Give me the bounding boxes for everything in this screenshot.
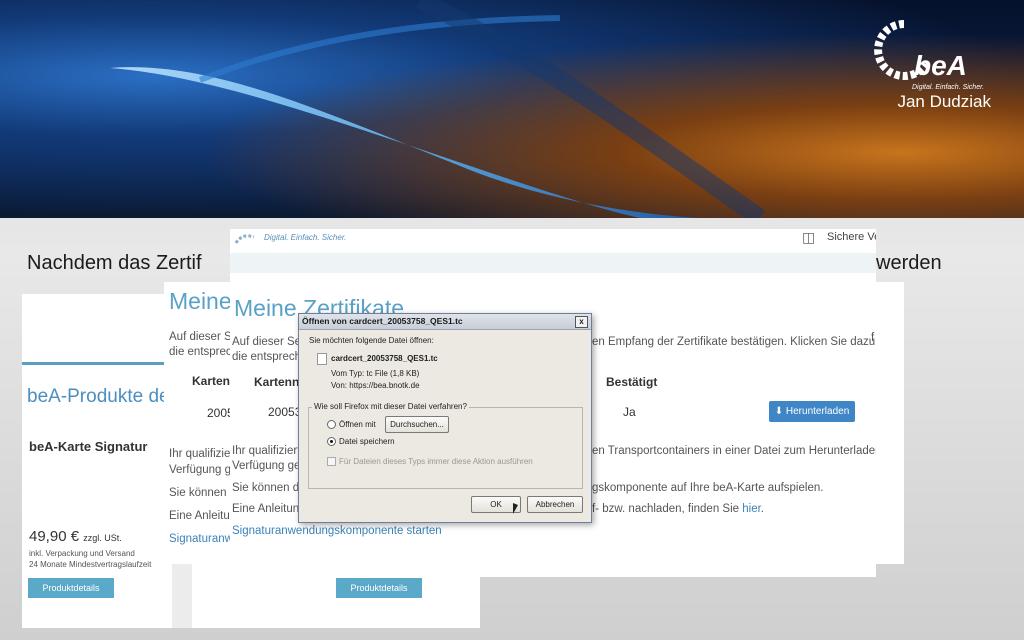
intro-line-1-right: en Empfang der Zertifikate bestätigen. K… [592,336,876,348]
product-name: beA-Karte Signatur [29,439,148,454]
nav-band [230,253,876,273]
download-button-label: Herunterladen [785,406,850,417]
paragraph-3-left: Eine Anleitung [232,503,306,515]
file-open-dialog: Öffnen von cardcert_20053758_QES1.tc x S… [298,313,592,523]
bea-logo-tagline: Digital. Einfach. Sicher. [912,84,985,91]
slide-caption-left: Nachdem das Zertif [27,252,202,274]
price-value: 49,90 € [29,528,80,545]
paragraph-1b: Verfügung g [169,464,232,476]
dialog-titlebar[interactable]: Öffnen von cardcert_20053758_QES1.tc x [299,314,591,330]
card-number-cell: 20053 [268,405,302,419]
download-button[interactable]: ⬇ Herunterladen [769,401,855,422]
lock-icon: ◫ [802,229,816,245]
light-arc-graphic [110,0,766,218]
close-icon[interactable]: x [575,316,588,328]
paragraph-3-period: . [760,503,764,515]
paragraph-2-left: Sie können die [232,482,309,494]
open-with-radio[interactable] [327,420,336,429]
paragraph-1-left: Ihr qualifiziert [232,445,301,457]
product-note-shipping: inkl. Verpackung und Versand [29,549,135,558]
dialog-file-type: Vom Typ: tc File (1,8 KB) [331,369,420,378]
dialog-title: Öffnen von cardcert_20053758_QES1.tc [302,316,463,326]
always-action-checkbox[interactable] [327,457,336,466]
dialog-file-source: Von: https://bea.bnotk.de [331,381,420,390]
paragraph-3-right: f- bzw. nachladen, finden Sie hier. [592,503,764,515]
here-link[interactable]: hier [742,503,761,515]
slide-caption-right: werden [876,252,942,274]
always-action-label: Für Dateien dieses Typs immer diese Akti… [339,457,533,466]
paragraph-1-right: en Transportcontainers in einer Datei zu… [592,445,876,457]
paragraph-1b: Verfügung ges [232,460,307,472]
dialog-filename: cardcert_20053758_QES1.tc [331,354,438,363]
bea-logo-text: beA [914,50,967,81]
browse-button[interactable]: Durchsuchen... [385,416,449,433]
paragraph-2-right: gskomponente auf Ihre beA-Karte aufspiel… [592,482,824,494]
signature-app-link[interactable]: Signaturanw [169,533,233,545]
save-file-radio[interactable] [327,437,336,446]
intro-line-2: die entsprec [169,346,232,358]
secure-logout-link[interactable]: Sichere Ve [827,231,876,243]
intro-line-1-left: Auf dieser Sei [232,336,304,348]
column-header-confirmed: Bestätigt [606,375,658,389]
file-icon [317,353,327,365]
dialog-intro: Sie möchten folgende Datei öffnen: [309,336,434,345]
site-logo-icon [234,234,255,244]
site-header: Digital. Einfach. Sicher. ◫ Sichere Ve [230,229,876,254]
download-icon: ⬇ [774,406,784,417]
action-question: Wie soll Firefox mit dieser Datei verfah… [312,402,469,411]
products-heading: beA-Produkte de [27,386,170,407]
paragraph-2: Sie können [169,487,227,499]
mouse-cursor-icon [513,503,518,514]
start-signature-app-link[interactable]: Signaturanwendungskomponente starten [232,525,442,537]
save-file-label: Datei speichern [339,437,395,446]
intro-line-1: Auf dieser S [169,331,232,343]
product-note-term: 24 Monate Mindestvertragslaufzeit [29,560,152,569]
accent-rule [22,362,182,365]
title-banner: beA Digital. Einfach. Sicher. Jan Dudzia… [0,0,1024,218]
paragraph-1: Ihr qualifizie [169,448,231,460]
cancel-button[interactable]: Abbrechen [527,496,583,513]
product-details-button[interactable]: Produktdetails [28,578,114,598]
paragraph-3: Eine Anleitu [169,510,230,522]
intro-line-1-end: f [871,332,875,344]
paragraph-3-text: f- bzw. nachladen, finden Sie [592,503,740,515]
product-price: 49,90 € zzgl. USt. [29,528,122,545]
product-details-button-2[interactable]: Produktdetails [336,578,422,598]
intro-line-2-left: die entsprech [232,351,302,363]
site-tagline: Digital. Einfach. Sicher. [264,233,347,242]
open-with-label: Öffnen mit [339,420,376,429]
page-title: Meine [169,288,232,314]
confirmed-cell: Ja [623,405,636,419]
price-suffix: zzgl. USt. [83,533,122,543]
author-name: Jan Dudziak [897,92,991,111]
